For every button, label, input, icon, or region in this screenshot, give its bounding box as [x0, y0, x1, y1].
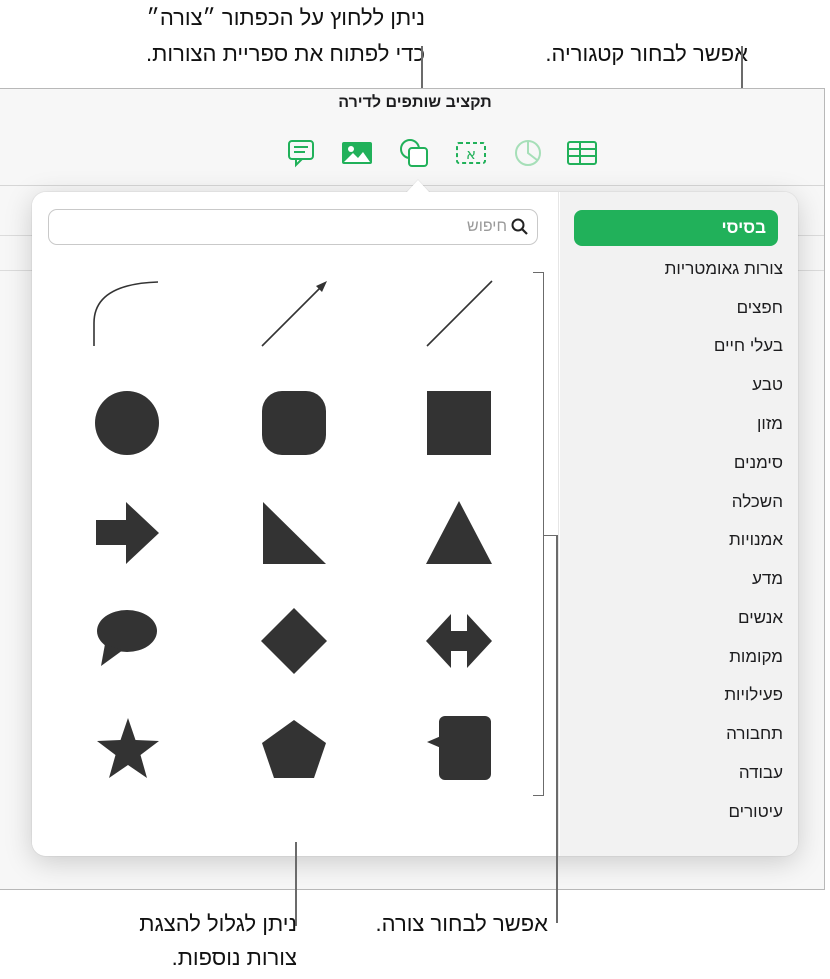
category-item[interactable]: סימנים	[734, 453, 783, 473]
callout-scroll-line1: ניתן לגלול להצגת	[139, 911, 297, 936]
leader-choose-shape	[556, 535, 558, 923]
square-shape[interactable]	[425, 388, 495, 458]
callout-square-shape[interactable]	[425, 714, 495, 784]
category-item[interactable]: עבודה	[739, 763, 783, 783]
category-item[interactable]: מדע	[752, 569, 783, 589]
shapes-bracket	[543, 272, 544, 796]
search-field[interactable]: חיפוש	[48, 209, 538, 245]
callout-choose-category: אפשר לבחור קטגוריה.	[545, 41, 748, 66]
callout-scroll-line2: צורות נוספות.	[171, 945, 297, 970]
shape-icon[interactable]	[399, 138, 429, 168]
curve-shape[interactable]	[88, 278, 159, 348]
triangle-shape[interactable]	[425, 498, 495, 568]
category-item[interactable]: השכלה	[732, 492, 783, 512]
arrow-line-shape[interactable]	[258, 278, 328, 348]
line-shape[interactable]	[424, 278, 494, 348]
rounded-square-shape[interactable]	[260, 388, 330, 458]
double-arrow-shape[interactable]	[425, 606, 495, 676]
category-item[interactable]: מקומות	[729, 647, 783, 667]
speech-bubble-shape[interactable]	[93, 606, 163, 676]
callout-shape-button-line2: כדי לפתוח את ספריית הצורות.	[146, 41, 425, 66]
category-item[interactable]: בעלי חיים	[714, 336, 783, 356]
category-item[interactable]: חפצים	[737, 298, 783, 318]
category-item[interactable]: תחבורה	[726, 724, 783, 744]
category-item[interactable]: טבע	[752, 375, 783, 395]
shapes-bracket-connector	[543, 535, 557, 536]
arrow-shape[interactable]	[93, 498, 163, 568]
right-triangle-shape[interactable]	[260, 498, 330, 568]
category-list[interactable]	[560, 192, 798, 856]
category-item[interactable]: אנשים	[738, 608, 783, 628]
svg-text:א: א	[466, 145, 476, 163]
pentagon-shape[interactable]	[260, 714, 330, 784]
media-icon[interactable]	[341, 138, 372, 168]
search-icon	[511, 218, 529, 236]
circle-shape[interactable]	[93, 388, 163, 458]
category-item[interactable]: מזון	[757, 414, 783, 434]
category-item[interactable]: אמנויות	[729, 530, 783, 550]
shapes-bracket-bottom	[533, 795, 544, 796]
text-icon[interactable]: א	[455, 138, 486, 168]
chart-icon[interactable]	[513, 138, 543, 168]
callout-choose-shape: אפשר לבחור צורה.	[375, 911, 548, 936]
comment-icon[interactable]	[286, 138, 316, 168]
document-title: תקציב שותפים לדירה	[338, 94, 492, 111]
table-icon[interactable]	[566, 138, 597, 168]
star-shape[interactable]	[93, 714, 163, 784]
callout-shape-button-line1: ניתן ללחוץ על הכפתור ״צורה״	[146, 5, 425, 30]
category-item[interactable]: פעילויות	[724, 685, 783, 705]
category-item-basic[interactable]: בסיסי	[574, 210, 766, 246]
category-item[interactable]: צורות גאומטריות	[665, 259, 783, 279]
search-placeholder: חיפוש	[467, 218, 507, 235]
category-item[interactable]: עיטורים	[728, 802, 783, 822]
shapes-bracket-top	[533, 272, 544, 273]
diamond-shape[interactable]	[260, 606, 330, 676]
